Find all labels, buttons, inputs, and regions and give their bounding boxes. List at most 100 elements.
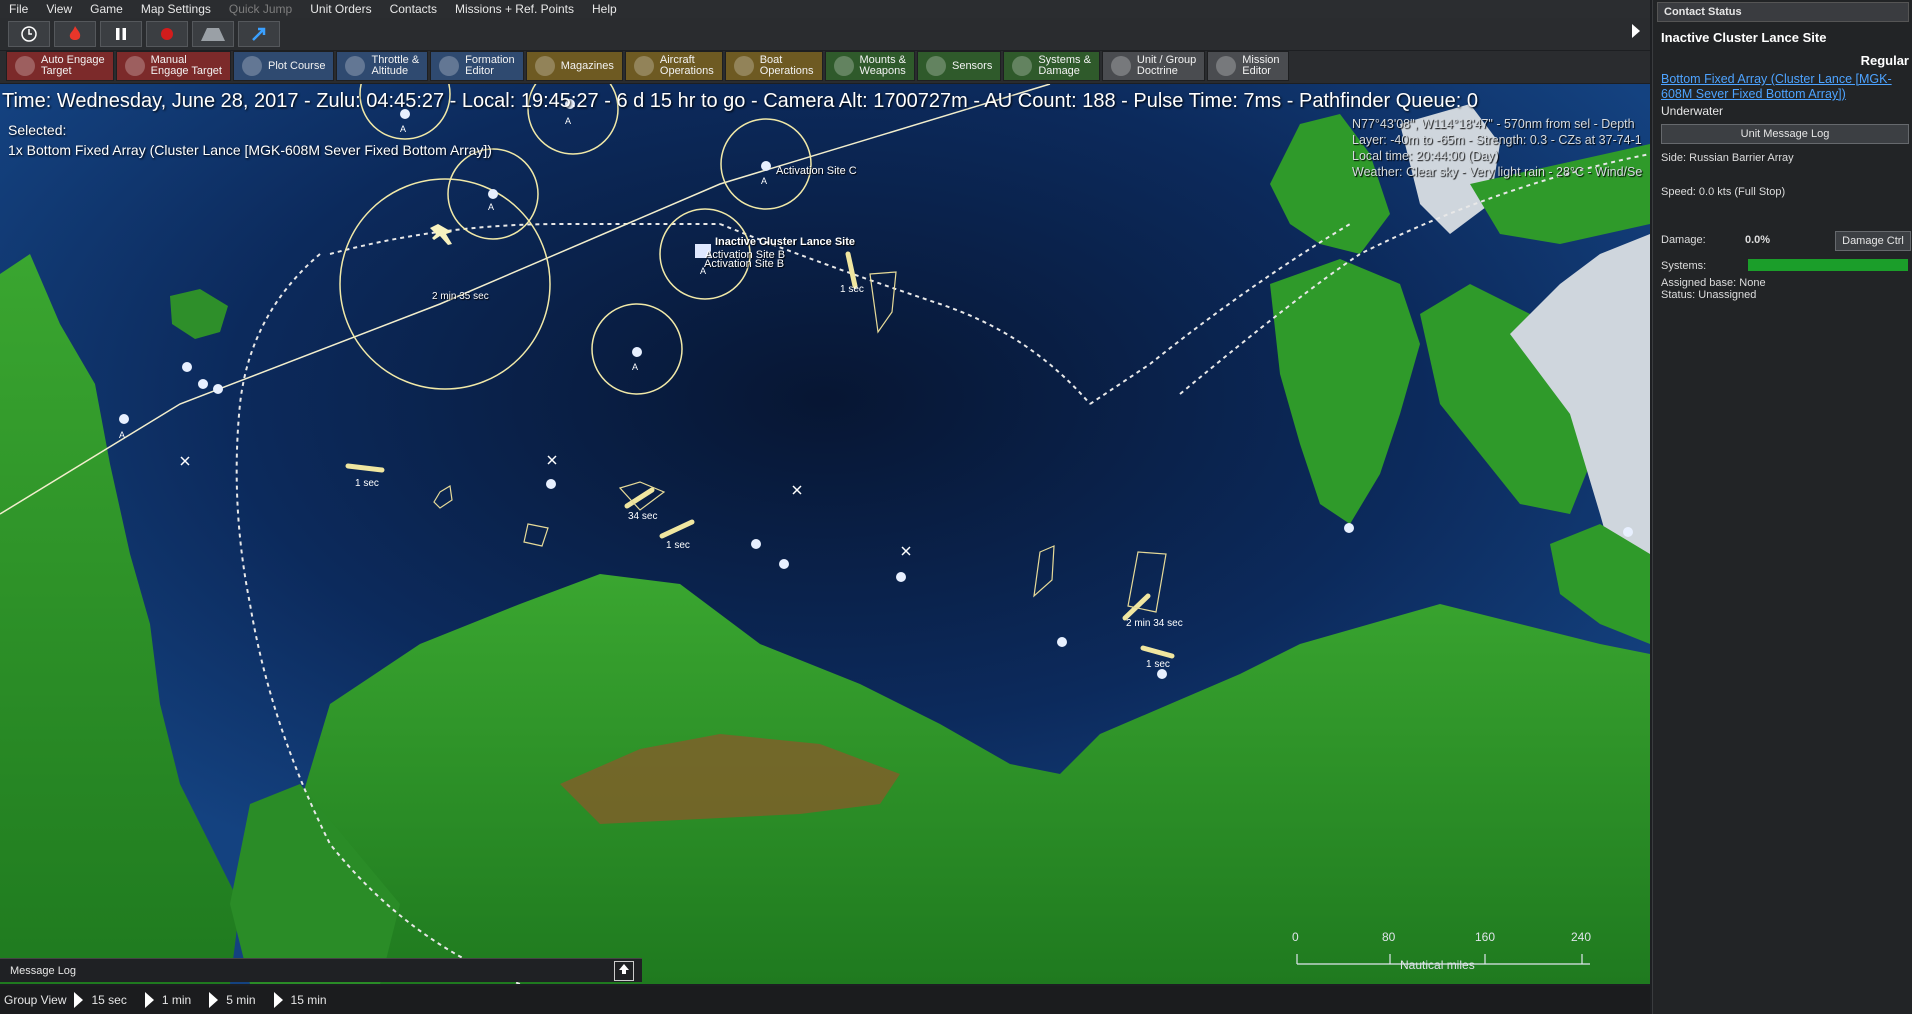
manual-engage-target-button[interactable]: Manual Engage Target [115,51,231,81]
boat-operations-button[interactable]: Boat Operations [724,51,823,81]
formation-editor-button[interactable]: Formation Editor [430,51,524,81]
contact-status-text: Status: Unassigned [1661,289,1757,301]
damage-control-button[interactable]: Damage Ctrl [1835,231,1911,251]
proficiency-label: Regular [1860,53,1909,68]
record-button[interactable] [146,21,188,47]
unit-marker[interactable] [761,161,771,171]
unit-marker[interactable] [198,379,208,389]
cursor-layer: Layer: -40m to -65m - Strength: 0.3 - CZ… [1352,133,1642,147]
chevron-right-icon [1632,24,1640,38]
cursor-info: N77°43'08", W114°18'47" - 570nm from sel… [1352,116,1642,180]
group-view-1min[interactable]: 1 min [144,992,201,1008]
cursor-local-time: Local time: 20:44:00 (Day) [1352,149,1499,163]
clock-button[interactable] [8,21,50,47]
mounts-weapons-button[interactable]: Mounts & Weapons [824,51,915,81]
status-line: Time: Wednesday, June 28, 2017 - Zulu: 0… [2,90,1479,112]
menu-quick-jump[interactable]: Quick Jump [220,2,301,16]
message-log-expand-button[interactable] [614,961,634,981]
menu-unit-orders[interactable]: Unit Orders [301,2,380,16]
unit-marker[interactable] [119,414,129,424]
menu-bar: File View Game Map Settings Quick Jump U… [0,0,1650,18]
unit-marker[interactable] [632,347,642,357]
activation-site-c-label: Activation Site C [776,165,857,177]
sensor-marker[interactable] [1057,637,1067,647]
sensor-marker[interactable] [896,572,906,582]
contact-status-panel: Contact Status Inactive Cluster Lance Si… [1652,0,1912,1014]
crosshair-icon [124,56,145,76]
map-canvas[interactable] [0,84,1650,984]
menu-help[interactable]: Help [583,2,626,16]
scale-tick-label: 160 [1475,930,1496,944]
systems-damage-button[interactable]: Systems & Damage [1003,51,1100,81]
contact-speed: Speed: 0.0 kts (Full Stop) [1661,186,1786,198]
pause-button[interactable] [100,21,142,47]
magazines-button[interactable]: Magazines [525,51,623,81]
damage-label: Damage: [1661,234,1706,246]
jump-button[interactable] [238,21,280,47]
play-icon [209,992,219,1008]
panel-collapse-button[interactable] [1626,22,1646,40]
pause-icon [116,28,126,40]
sensor-marker[interactable] [1344,523,1354,533]
eta-label: 1 sec [666,540,690,551]
group-view-bar: Group View 15 sec 1 min 5 min 15 min [0,986,1650,1014]
unit-letter: A [119,430,126,440]
contact-name: Inactive Cluster Lance Site [1661,30,1827,45]
selected-label: Selected: [8,122,67,138]
activation-site-b-label-2: Activation Site B [704,258,785,270]
sensor-marker[interactable] [1157,669,1167,679]
unit-group-doctrine-button[interactable]: Unit / Group Doctrine [1101,51,1206,81]
fire-button[interactable] [54,21,96,47]
speed-button[interactable] [192,21,234,47]
speed-icon [201,28,225,41]
sensor-marker[interactable] [751,539,761,549]
throttle-altitude-button[interactable]: Throttle & Altitude [336,51,429,81]
menu-view[interactable]: View [37,2,81,16]
unit-letter: A [761,176,768,186]
eta-label: 2 min 35 sec [432,291,489,302]
mission-editor-button[interactable]: Mission Editor [1207,51,1289,81]
jump-arrow-icon [252,27,266,41]
menu-contacts[interactable]: Contacts [381,2,446,16]
unit-marker[interactable] [213,384,223,394]
unit-message-log-button[interactable]: Unit Message Log [1661,124,1909,144]
auto-engage-target-button[interactable]: Auto Engage Target [6,51,114,81]
unit-letter: A [632,362,639,372]
eta-label: 34 sec [628,511,658,522]
menu-map-settings[interactable]: Map Settings [132,2,220,16]
group-view-5min[interactable]: 5 min [209,992,265,1008]
sensors-button[interactable]: Sensors [916,51,1002,81]
unit-marker[interactable] [182,362,192,372]
menu-missions[interactable]: Missions + Ref. Points [446,2,583,16]
unit-marker[interactable] [488,189,498,199]
flame-icon [69,26,81,40]
radar-icon [925,56,946,76]
plot-course-button[interactable]: Plot Course [232,51,335,81]
eta-label: 2 min 34 sec [1126,618,1183,629]
ammo-icon [534,56,555,76]
message-log-bar[interactable]: Message Log [0,958,642,982]
document-icon [1110,56,1131,76]
systems-health-bar [1748,259,1908,271]
play-icon [74,992,84,1008]
play-icon [273,992,283,1008]
menu-game[interactable]: Game [81,2,132,16]
aircraft-operations-button[interactable]: Aircraft Operations [624,51,723,81]
selected-unit: 1x Bottom Fixed Array (Cluster Lance [MG… [8,142,492,158]
group-view-15min[interactable]: 15 min [273,992,337,1008]
group-view-15sec[interactable]: 15 sec [74,992,136,1008]
time-controls [0,18,1650,50]
menu-file[interactable]: File [0,2,37,16]
sensor-marker[interactable] [546,479,556,489]
assigned-base: Assigned base: None [1661,277,1766,289]
play-icon [144,992,154,1008]
target-icon [15,56,35,76]
scale-unit: Nautical miles [1400,958,1475,972]
contact-class-link[interactable]: Bottom Fixed Array (Cluster Lance [MGK-6… [1661,72,1901,102]
tactical-map[interactable]: Inactive Cluster Lance Site Activation S… [0,84,1650,984]
plane-icon [241,56,262,76]
cursor-coordinates: N77°43'08", W114°18'47" - 570nm from sel… [1352,117,1635,131]
inactive-site-label[interactable]: Inactive Cluster Lance Site [715,236,855,248]
sensor-marker[interactable] [779,559,789,569]
sensor-marker[interactable] [1623,527,1633,537]
